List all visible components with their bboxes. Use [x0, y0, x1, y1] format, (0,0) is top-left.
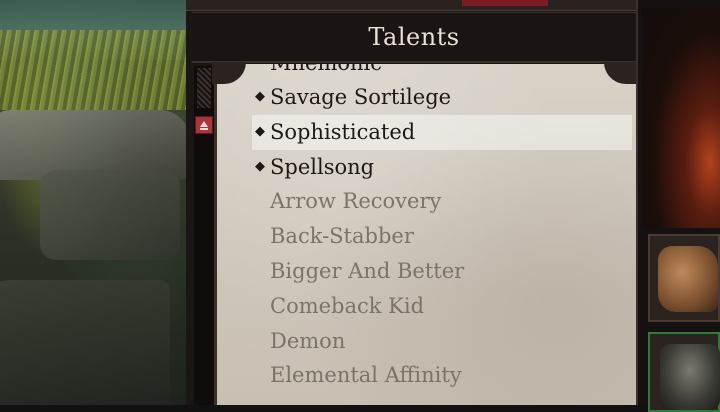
- arrow-up-icon: [200, 121, 208, 127]
- talent-item[interactable]: Elemental Affinity: [252, 358, 632, 393]
- talent-label: Arrow Recovery: [270, 189, 442, 214]
- selected-diamond-icon: ◆: [255, 89, 265, 104]
- talents-header: Talents: [192, 12, 636, 63]
- talent-item[interactable]: ◆ Spellsong: [252, 150, 632, 185]
- talent-label: Demon: [270, 328, 346, 353]
- rock: [40, 170, 180, 260]
- rock: [0, 280, 170, 405]
- talent-item[interactable]: Comeback Kid: [252, 289, 632, 324]
- selected-diamond-icon: ◆: [255, 158, 265, 174]
- talent-label: Elemental Affinity: [270, 363, 462, 388]
- talent-label: Comeback Kid: [270, 293, 425, 318]
- talent-list: Mnemonic◆Savage Sortilege◆Sophisticated◆…: [252, 64, 632, 393]
- panel-title: Talents: [368, 23, 460, 51]
- scroll-thumb-bar: [200, 128, 208, 130]
- chest-armor-icon: [660, 344, 720, 410]
- equipment-slot-chest[interactable]: [648, 332, 720, 412]
- talent-label: Spellsong: [270, 154, 375, 179]
- game-world-background: [0, 0, 190, 405]
- talent-item[interactable]: Demon: [252, 324, 632, 359]
- equipment-slot-gloves[interactable]: [648, 234, 720, 322]
- active-tab-indicator[interactable]: [462, 0, 548, 6]
- talent-item[interactable]: Back-Stabber: [252, 219, 632, 254]
- talent-item[interactable]: ◆ Savage Sortilege: [252, 80, 632, 115]
- talent-label: Savage Sortilege: [270, 85, 452, 109]
- grass: [0, 30, 190, 110]
- character-portrait-glow: [642, 8, 720, 228]
- gloves-icon: [658, 246, 718, 312]
- talent-label: Mnemonic: [270, 64, 382, 75]
- scroll-up-button[interactable]: [195, 116, 213, 134]
- talent-label: Back-Stabber: [270, 224, 414, 249]
- talent-item[interactable]: Bigger And Better: [252, 254, 632, 289]
- talent-item[interactable]: Arrow Recovery: [252, 184, 632, 219]
- chain-ornament-icon: [197, 68, 211, 108]
- talent-label: Bigger And Better: [270, 258, 465, 283]
- talent-item[interactable]: ◆ Sophisticated: [252, 114, 632, 150]
- talent-item[interactable]: Mnemonic: [252, 64, 632, 80]
- talent-label: Sophisticated: [270, 119, 416, 144]
- top-tab-strip: [186, 0, 640, 11]
- selected-diamond-icon: ◆: [255, 123, 265, 139]
